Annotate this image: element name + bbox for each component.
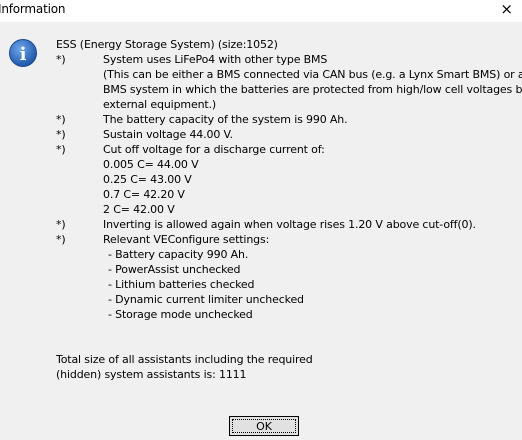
title-bar: Information × (0, 0, 522, 22)
window-title: Information (0, 2, 66, 16)
total-size-line: (hidden) system assistants is: 1111 (56, 368, 247, 381)
bullet-marker: *) (56, 128, 66, 141)
setting-item: - PowerAssist unchecked (108, 263, 241, 276)
message-line: Sustain voltage 44.00 V. (103, 128, 233, 141)
message-line: external equipment.) (103, 98, 217, 111)
setting-item: - Dynamic current limiter unchecked (108, 293, 304, 306)
close-icon[interactable]: × (500, 0, 513, 18)
setting-item: - Storage mode unchecked (108, 308, 253, 321)
message-line: 0.7 C= 42.20 V (103, 188, 185, 201)
setting-item: - Lithium batteries checked (108, 278, 255, 291)
ok-button[interactable]: OK (229, 416, 299, 436)
bullet-marker: *) (56, 113, 66, 126)
setting-item: - Battery capacity 990 Ah. (108, 248, 249, 261)
message-line: (This can be either a BMS connected via … (103, 68, 522, 81)
message-line: System uses LiFePo4 with other type BMS (103, 53, 328, 66)
total-size-line: Total size of all assistants including t… (56, 353, 313, 366)
message-line: BMS system in which the batteries are pr… (103, 83, 522, 96)
svg-text:i: i (20, 44, 27, 65)
message-line: Cut off voltage for a discharge current … (103, 143, 325, 156)
message-line: 2 C= 42.00 V (103, 203, 175, 216)
message-line: Relevant VEConfigure settings: (103, 233, 270, 246)
bullet-marker: *) (56, 143, 66, 156)
bullet-marker: *) (56, 218, 66, 231)
assistant-header: ESS (Energy Storage System) (size:1052) (56, 38, 278, 51)
ok-button-label: OK (256, 419, 272, 433)
message-line: 0.25 C= 43.00 V (103, 173, 192, 186)
message-line: 0.005 C= 44.00 V (103, 158, 199, 171)
info-icon: i (9, 39, 37, 67)
bullet-marker: *) (56, 233, 66, 246)
message-line: Inverting is allowed again when voltage … (103, 218, 476, 231)
message-line: The battery capacity of the system is 99… (103, 113, 348, 126)
bullet-marker: *) (56, 53, 66, 66)
